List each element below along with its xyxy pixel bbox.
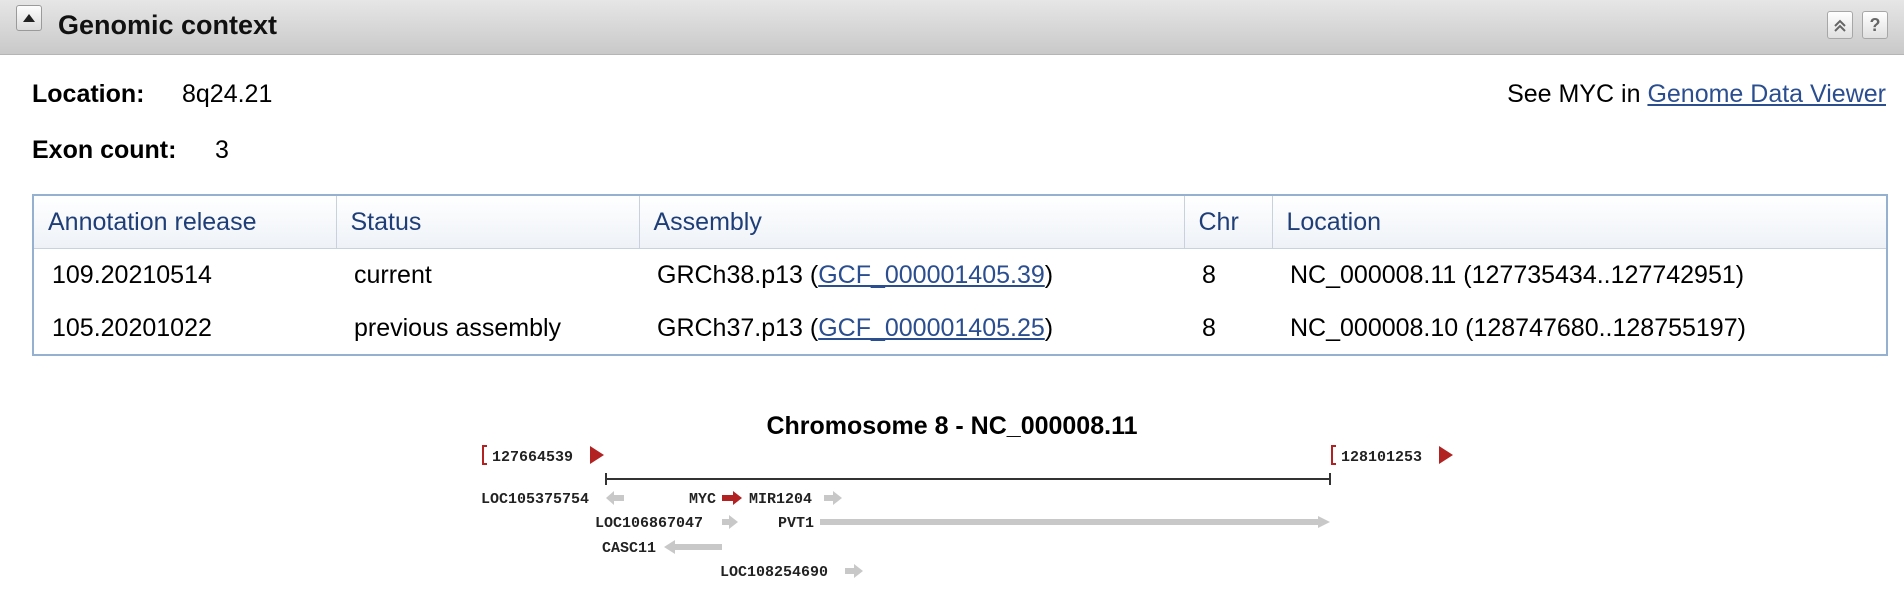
annotation-table: Annotation release Status Assembly Chr L… [32, 194, 1888, 356]
assembly-accession-link[interactable]: GCF_000001405.25 [818, 314, 1045, 342]
location-value: 8q24.21 [182, 80, 273, 108]
help-button[interactable]: ? [1862, 11, 1888, 39]
gene-label-loc106867047[interactable]: LOC106867047 [595, 515, 703, 532]
gene-label-loc105375754[interactable]: LOC105375754 [481, 491, 589, 508]
right-coordinate-marker[interactable]: 128101253 [1331, 445, 1453, 466]
genomic-context-diagram: 127664539 128101253 LOC105375754 MYC MIR… [481, 445, 1453, 581]
gene-label-casc11[interactable]: CASC11 [602, 540, 656, 557]
table-header-row: Annotation release Status Assembly Chr L… [34, 196, 1886, 249]
column-header-assembly[interactable]: Assembly [639, 196, 1185, 249]
exon-count-value: 3 [215, 136, 229, 164]
column-header-annotation-release[interactable]: Annotation release [34, 196, 337, 249]
column-header-status[interactable]: Status [336, 196, 640, 249]
gene-arrow-left[interactable] [606, 491, 624, 505]
gene-arrow-right[interactable] [845, 564, 863, 578]
chr-cell: 8 [1202, 261, 1216, 289]
assembly-accession-link[interactable]: GCF_000001405.39 [818, 261, 1045, 289]
assembly-name: GRCh38.p13 ( [657, 261, 819, 289]
status-cell: current [354, 261, 432, 289]
assembly-close-paren: ) [1044, 314, 1054, 342]
triangle-up-icon [23, 14, 35, 22]
release-cell: 105.20201022 [52, 314, 212, 342]
release-cell: 109.20210514 [52, 261, 212, 289]
column-header-location[interactable]: Location [1272, 196, 1886, 249]
column-header-chr[interactable]: Chr [1184, 196, 1273, 249]
location-cell: NC_000008.10 (128747680..128755197) [1290, 314, 1746, 342]
collapse-button[interactable] [16, 5, 42, 31]
gene-arrow-casc11[interactable] [664, 540, 722, 554]
table-row: 109.20210514 current GRCh38.p13 (GCF_000… [34, 249, 1886, 303]
genome-data-viewer-link[interactable]: Genome Data Viewer [1647, 80, 1886, 108]
chr-cell: 8 [1202, 314, 1216, 342]
right-coordinate-label: 128101253 [1341, 449, 1422, 466]
gene-arrow-right[interactable] [722, 515, 738, 529]
exon-count-label: Exon count: [32, 136, 177, 164]
status-cell: previous assembly [354, 314, 562, 342]
assembly-name: GRCh37.p13 ( [657, 314, 819, 342]
region-ruler [605, 473, 1331, 485]
assembly-cell: GRCh37.p13 (GCF_000001405.25) [639, 302, 1184, 354]
viewer-prefix: See MYC in [1507, 80, 1648, 108]
scroll-to-top-button[interactable] [1827, 11, 1853, 39]
table-row: 105.20201022 previous assembly GRCh37.p1… [34, 302, 1886, 354]
genome-viewer-line: See MYC in Genome Data Viewer [1507, 80, 1886, 109]
gene-arrow-right[interactable] [824, 491, 842, 505]
gene-label-pvt1[interactable]: PVT1 [778, 515, 814, 532]
left-coordinate-label: 127664539 [492, 449, 573, 466]
left-coordinate-marker[interactable]: 127664539 [482, 445, 604, 466]
double-chevron-up-icon [1834, 19, 1846, 32]
location-label: Location: [32, 80, 145, 108]
assembly-close-paren: ) [1044, 261, 1054, 289]
right-triangle-icon [1439, 446, 1453, 464]
assembly-cell: GRCh38.p13 (GCF_000001405.39) [639, 249, 1184, 303]
gene-label-mir1204[interactable]: MIR1204 [749, 491, 812, 508]
right-triangle-icon [590, 446, 604, 464]
gene-arrow-pvt1[interactable] [820, 516, 1330, 528]
section-title: Genomic context [58, 10, 278, 40]
gene-label-loc108254690[interactable]: LOC108254690 [720, 564, 828, 581]
location-cell: NC_000008.11 (127735434..127742951) [1290, 261, 1745, 289]
section-header: Genomic context ? [0, 0, 1904, 55]
gene-label-myc[interactable]: MYC [689, 491, 716, 508]
gene-arrow-myc[interactable] [722, 491, 742, 505]
question-icon: ? [1869, 14, 1881, 35]
